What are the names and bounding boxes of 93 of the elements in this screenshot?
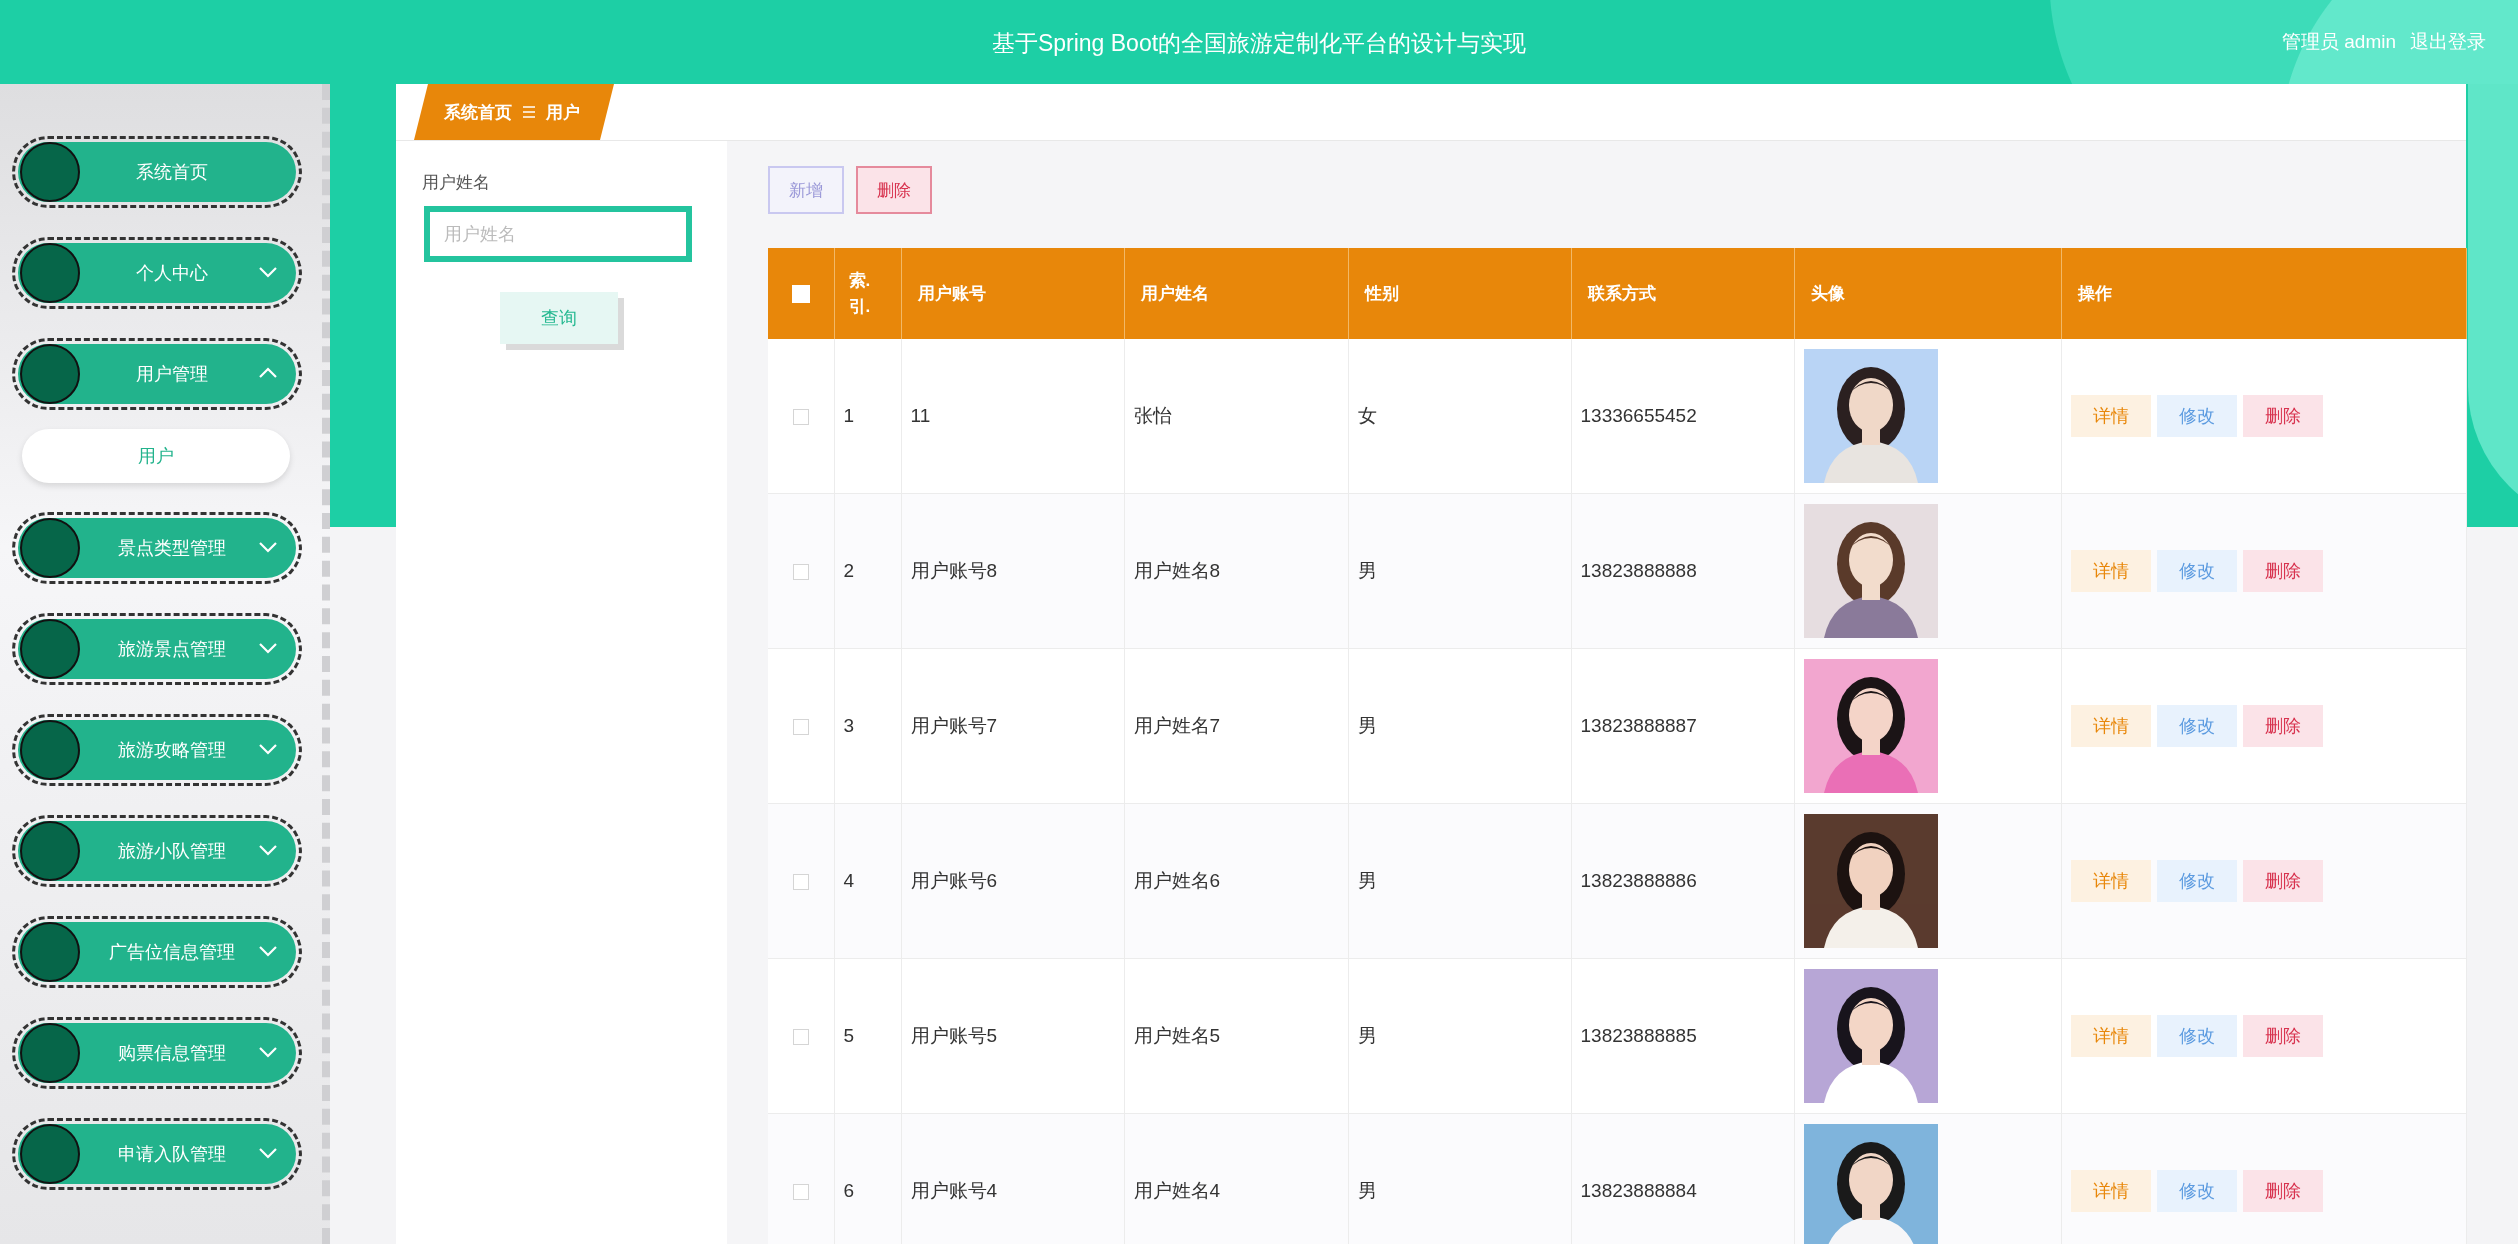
select-all-checkbox[interactable] — [791, 285, 810, 303]
column-header: 联系方式 — [1587, 284, 1656, 303]
delete-button[interactable]: 删除 — [2242, 1170, 2323, 1212]
table-cell: 用户账号8 — [910, 560, 998, 581]
page-title: 基于Spring Boot的全国旅游定制化平台的设计与实现 — [991, 29, 1527, 58]
menu-item[interactable]: 旅游攻略管理 — [12, 714, 302, 786]
row-checkbox[interactable] — [792, 719, 809, 735]
field-label: 用户姓名 — [422, 172, 491, 194]
circle-icon — [20, 1023, 80, 1083]
menu-item[interactable]: 系统首页 — [12, 136, 302, 208]
menu-item[interactable]: 广告位信息管理 — [12, 916, 302, 988]
table-cell: 3 — [843, 715, 855, 736]
menu-icon — [522, 106, 536, 118]
table-cell: 用户姓名6 — [1133, 870, 1221, 891]
column-header: 索.引. — [848, 270, 871, 318]
menu-item[interactable]: 旅游小队管理 — [12, 815, 302, 887]
table-cell: 用户姓名7 — [1133, 715, 1221, 736]
table-cell: 男 — [1357, 1025, 1377, 1046]
circle-icon — [20, 518, 80, 578]
menu-item[interactable]: 申请入队管理 — [12, 1118, 302, 1190]
table-cell: 男 — [1357, 870, 1377, 891]
table-cell: 用户账号7 — [910, 715, 998, 736]
table-cell: 男 — [1357, 715, 1377, 736]
submenu-item[interactable]: 用户 — [22, 429, 290, 483]
delete-button[interactable]: 删除 — [2242, 395, 2323, 437]
row-checkbox[interactable] — [792, 874, 809, 890]
table-cell: 1 — [843, 405, 855, 426]
table-cell: 5 — [843, 1025, 855, 1046]
menu-item[interactable]: 个人中心 — [12, 237, 302, 309]
logout-link[interactable]: 退出登录 — [2410, 29, 2486, 55]
delete-button[interactable]: 删除 — [856, 166, 932, 214]
table-cell: 用户账号6 — [910, 870, 998, 891]
breadcrumb-link[interactable]: 系统首页 — [444, 100, 512, 124]
table-cell: 用户姓名4 — [1133, 1180, 1221, 1201]
table-cell: 13823888885 — [1580, 1025, 1697, 1046]
edit-button[interactable]: 修改 — [2156, 1170, 2237, 1212]
table-cell: 11 — [910, 405, 931, 426]
delete-button[interactable]: 删除 — [2242, 1015, 2323, 1057]
delete-button[interactable]: 删除 — [2242, 550, 2323, 592]
table-cell: 用户账号5 — [910, 1025, 998, 1046]
add-button[interactable]: 新增 — [768, 166, 844, 214]
row-checkbox[interactable] — [792, 564, 809, 580]
circle-icon — [20, 1124, 80, 1184]
circle-icon — [20, 142, 80, 202]
table-cell: 13823888888 — [1580, 560, 1697, 581]
table-cell: 用户姓名8 — [1133, 560, 1221, 581]
table-cell: 13823888887 — [1580, 715, 1697, 736]
breadcrumb-link[interactable]: 用户 — [546, 100, 580, 124]
edit-button[interactable]: 修改 — [2156, 705, 2237, 747]
details-button[interactable]: 详情 — [2070, 395, 2151, 437]
column-header: 头像 — [1810, 284, 1845, 303]
column-header: 操作 — [2077, 284, 2112, 303]
details-button[interactable]: 详情 — [2070, 860, 2151, 902]
table-cell: 13336655452 — [1580, 405, 1697, 426]
menu-item[interactable]: 旅游景点管理 — [12, 613, 302, 685]
table-cell: 用户账号4 — [910, 1180, 998, 1201]
circle-icon — [20, 243, 80, 303]
circle-icon — [20, 922, 80, 982]
row-checkbox[interactable] — [792, 409, 809, 425]
column-header: 用户账号 — [917, 284, 986, 303]
menu-item[interactable]: 景点类型管理 — [12, 512, 302, 584]
table-cell: 4 — [843, 870, 855, 891]
table-cell: 女 — [1357, 405, 1377, 426]
details-button[interactable]: 详情 — [2070, 705, 2151, 747]
edit-button[interactable]: 修改 — [2156, 1015, 2237, 1057]
table-cell: 2 — [843, 560, 855, 581]
table-cell: 男 — [1357, 1180, 1377, 1201]
circle-icon — [20, 619, 80, 679]
circle-icon — [20, 821, 80, 881]
details-button[interactable]: 详情 — [2070, 1015, 2151, 1057]
edit-button[interactable]: 修改 — [2156, 860, 2237, 902]
menu-item[interactable]: 购票信息管理 — [12, 1017, 302, 1089]
circle-icon — [20, 344, 80, 404]
table-cell: 6 — [843, 1180, 855, 1201]
delete-button[interactable]: 删除 — [2242, 705, 2323, 747]
user-label: 管理员 admin — [2281, 30, 2396, 54]
table-cell: 13823888886 — [1580, 870, 1697, 891]
column-header: 用户姓名 — [1140, 284, 1209, 303]
edit-button[interactable]: 修改 — [2156, 550, 2237, 592]
table-cell: 张怡 — [1133, 405, 1172, 426]
column-header: 性别 — [1364, 284, 1399, 303]
name-field[interactable]: 用户姓名 — [424, 206, 692, 262]
menu-item[interactable]: 用户管理 — [12, 338, 302, 410]
details-button[interactable]: 详情 — [2070, 550, 2151, 592]
row-checkbox[interactable] — [792, 1029, 809, 1045]
delete-button[interactable]: 删除 — [2242, 860, 2323, 902]
details-button[interactable]: 详情 — [2070, 1170, 2151, 1212]
table-cell: 用户姓名5 — [1133, 1025, 1221, 1046]
table-cell: 男 — [1357, 560, 1377, 581]
row-checkbox[interactable] — [792, 1184, 809, 1200]
circle-icon — [20, 720, 80, 780]
edit-button[interactable]: 修改 — [2156, 395, 2237, 437]
table-cell: 13823888884 — [1580, 1180, 1697, 1201]
